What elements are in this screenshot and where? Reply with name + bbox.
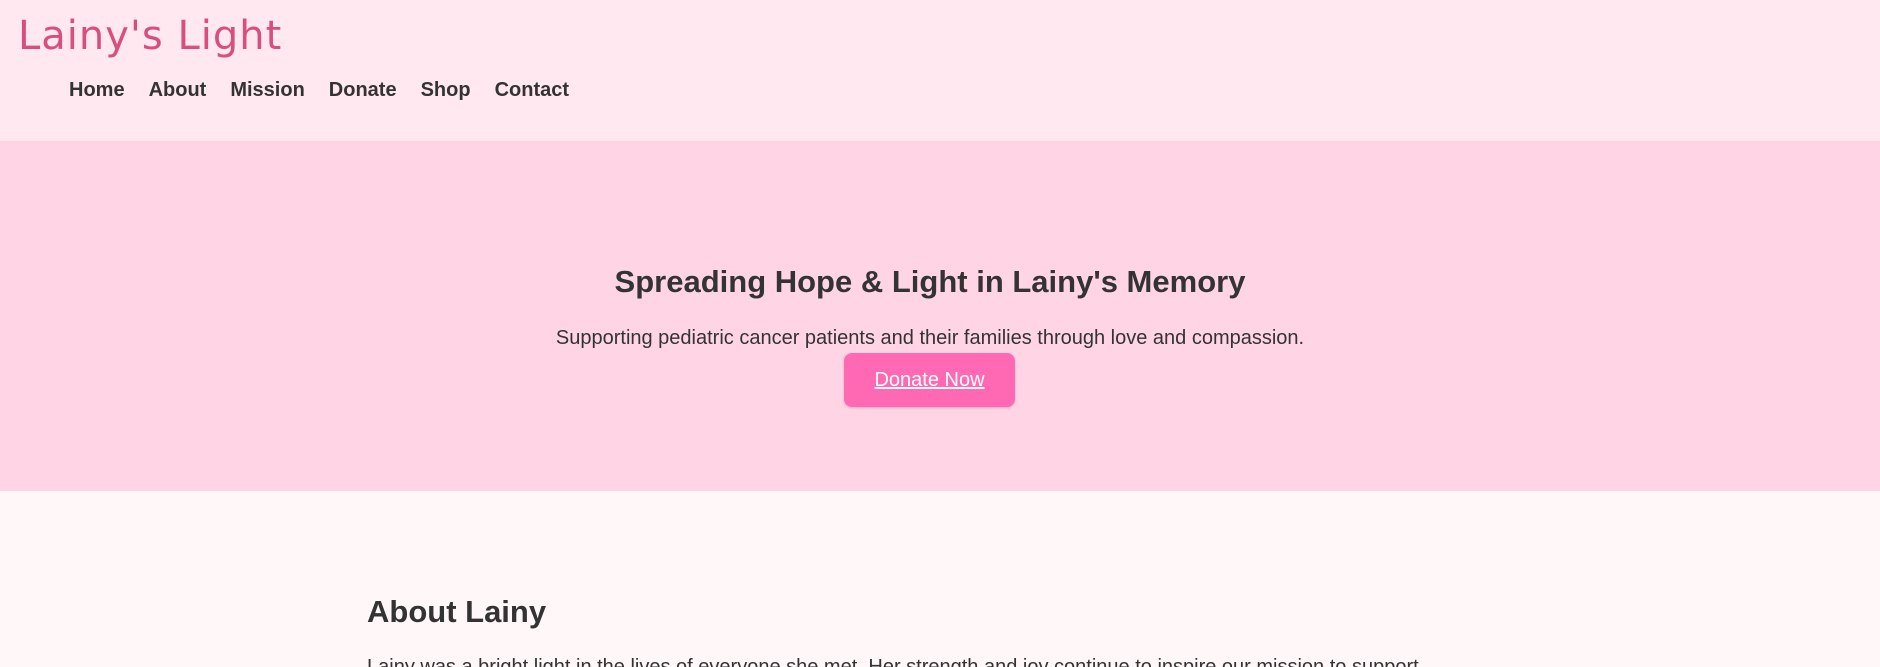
- site-header: Lainy's Light Home About Mission Donate …: [0, 0, 1880, 141]
- site-logo[interactable]: Lainy's Light: [18, 10, 282, 62]
- hero-section: Spreading Hope & Light in Lainy's Memory…: [0, 141, 1880, 491]
- main-navigation: Home About Mission Donate Shop Contact: [69, 77, 569, 103]
- nav-link-contact[interactable]: Contact: [495, 77, 569, 103]
- nav-link-shop[interactable]: Shop: [421, 77, 471, 103]
- hero-subtitle: Supporting pediatric cancer patients and…: [555, 327, 1305, 349]
- about-title: About Lainy: [367, 594, 547, 629]
- nav-link-donate[interactable]: Donate: [329, 77, 397, 103]
- nav-link-home[interactable]: Home: [69, 77, 125, 103]
- about-section: About Lainy Lainy was a bright light in …: [0, 491, 1880, 667]
- nav-link-about[interactable]: About: [149, 77, 207, 103]
- about-text: Lainy was a bright light in the lives of…: [367, 656, 1419, 667]
- nav-link-mission[interactable]: Mission: [230, 77, 304, 103]
- hero-title: Spreading Hope & Light in Lainy's Memory: [614, 264, 1246, 299]
- donate-now-button[interactable]: Donate Now: [844, 353, 1015, 407]
